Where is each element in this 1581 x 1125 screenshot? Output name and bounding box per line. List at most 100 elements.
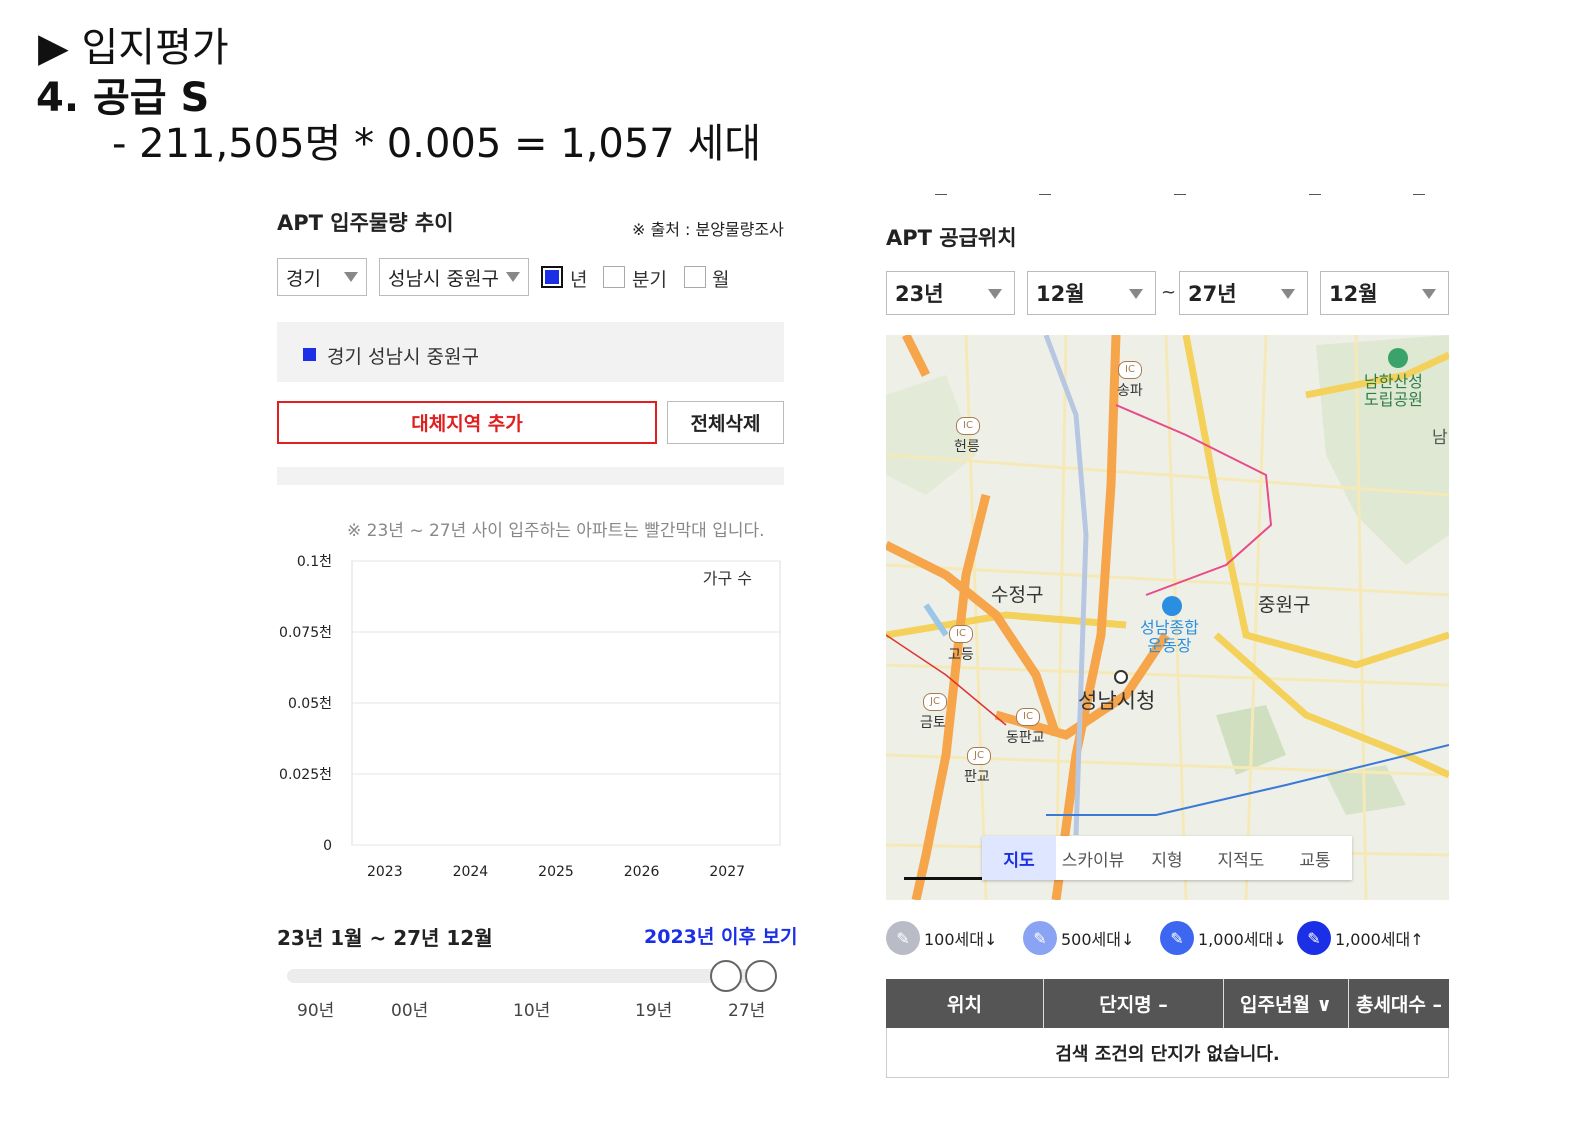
map-label-songpa: 송파 bbox=[1117, 383, 1143, 399]
x-tick-label: 2027 bbox=[709, 864, 745, 880]
map-label-dongpangyo: 동판교 bbox=[1006, 730, 1045, 746]
x-tick-label: 2026 bbox=[624, 864, 660, 880]
legend-label: 100세대↓ bbox=[924, 930, 998, 949]
col-total-households[interactable]: 총세대수 – bbox=[1349, 979, 1449, 1028]
province-select-value: 경기 bbox=[286, 267, 321, 290]
marker-pin-icon: ✎ bbox=[1297, 921, 1331, 955]
y-tick-label: 0 bbox=[323, 838, 332, 854]
add-region-button[interactable]: 대체지역 추가 bbox=[277, 401, 657, 444]
checkbox-year[interactable] bbox=[541, 266, 563, 288]
slider-handle-end[interactable] bbox=[745, 960, 777, 992]
slider-label: 27년 bbox=[728, 1001, 766, 1021]
map-label-jungwon: 중원구 bbox=[1258, 594, 1311, 616]
jc-badge: JC bbox=[967, 747, 991, 765]
panel-title: APT 공급위치 bbox=[886, 226, 1017, 250]
panel-title: APT 입주물량 추이 bbox=[277, 211, 454, 235]
x-tick-label: 2024 bbox=[453, 864, 489, 880]
to-month-select[interactable]: 12월 bbox=[1320, 271, 1449, 315]
map-scale-bar bbox=[904, 877, 984, 880]
ic-badge: IC bbox=[949, 625, 973, 643]
location-map[interactable]: 수정구 중원구 성남시청 성남종합 운동장 남한산성 도립공원 남 IC 송파 … bbox=[886, 335, 1449, 900]
col-move-in-date[interactable]: 입주년월 ∨ bbox=[1224, 979, 1349, 1028]
to-month-value: 12월 bbox=[1329, 282, 1378, 306]
marker-pin-icon: ✎ bbox=[1023, 921, 1057, 955]
section-header: ▶ 입지평가 bbox=[38, 25, 229, 71]
map-label-godeung: 고등 bbox=[948, 647, 974, 663]
ic-badge: IC bbox=[1118, 361, 1142, 379]
tab-cadastral[interactable]: 지적도 bbox=[1204, 836, 1278, 880]
map-label-namhansanseong: 남한산성 도립공원 bbox=[1364, 372, 1423, 409]
divider bbox=[1413, 194, 1425, 195]
legend-label: 1,000세대↑ bbox=[1335, 930, 1424, 949]
park-icon bbox=[1388, 348, 1408, 368]
col-location[interactable]: 위치 bbox=[886, 979, 1044, 1028]
district-select-value: 성남시 중원구 bbox=[388, 267, 499, 290]
col-complex-name[interactable]: 단지명 – bbox=[1044, 979, 1224, 1028]
legend-label: 1,000세대↓ bbox=[1198, 930, 1287, 949]
to-year-value: 27년 bbox=[1188, 282, 1237, 306]
map-type-tabs: 지도 스카이뷰 지형 지적도 교통 bbox=[982, 836, 1352, 880]
map-label-stadium: 성남종합 운동장 bbox=[1140, 618, 1199, 655]
x-tick-label: 2023 bbox=[367, 864, 403, 880]
checkbox-year-label: 년 bbox=[570, 269, 588, 291]
tab-terrain[interactable]: 지형 bbox=[1130, 836, 1204, 880]
y-tick-label: 0.075천 bbox=[279, 625, 332, 641]
chevron-down-icon bbox=[1281, 289, 1295, 299]
cityhall-marker-icon bbox=[1114, 670, 1128, 684]
map-label-sujeong: 수정구 bbox=[991, 584, 1044, 606]
divider-bar bbox=[277, 467, 784, 485]
tab-skyview[interactable]: 스카이뷰 bbox=[1056, 836, 1130, 880]
map-label-cityhall: 성남시청 bbox=[1078, 689, 1156, 713]
from-year-select[interactable]: 23년 bbox=[886, 271, 1015, 315]
from-year-value: 23년 bbox=[895, 282, 944, 306]
map-label-nam: 남 bbox=[1432, 428, 1448, 448]
tab-traffic[interactable]: 교통 bbox=[1278, 836, 1352, 880]
year-slider-track[interactable] bbox=[287, 969, 777, 983]
checkbox-month-label: 월 bbox=[712, 269, 730, 291]
source-note: ※ 출처 : 분양물량조사 bbox=[632, 220, 784, 239]
stadium-icon bbox=[1162, 596, 1182, 616]
chevron-down-icon bbox=[988, 289, 1002, 299]
to-year-select[interactable]: 27년 bbox=[1179, 271, 1308, 315]
slider-handle-start[interactable] bbox=[710, 960, 742, 992]
slider-label: 10년 bbox=[513, 1001, 551, 1021]
marker-pin-icon: ✎ bbox=[1160, 921, 1194, 955]
delete-all-button[interactable]: 전체삭제 bbox=[667, 401, 784, 444]
after-2023-link[interactable]: 2023년 이후 보기 bbox=[644, 922, 798, 949]
map-label-heolleung: 헌릉 bbox=[954, 439, 980, 455]
district-select[interactable]: 성남시 중원구 bbox=[379, 258, 529, 296]
legend-item: ✎ 1,000세대↑ bbox=[1297, 921, 1424, 955]
jc-badge: JC bbox=[923, 693, 947, 711]
province-select[interactable]: 경기 bbox=[277, 258, 367, 296]
range-separator: ~ bbox=[1161, 282, 1177, 303]
y-tick-label: 0.1천 bbox=[297, 554, 332, 570]
table-empty-message: 검색 조건의 단지가 없습니다. bbox=[886, 1028, 1449, 1078]
divider bbox=[935, 194, 947, 195]
checkbox-month[interactable] bbox=[684, 266, 706, 288]
slider-label: 00년 bbox=[391, 1001, 429, 1021]
legend-item: ✎ 500세대↓ bbox=[1023, 921, 1134, 955]
section-subtitle: 4. 공급 S bbox=[36, 75, 210, 121]
chevron-down-icon bbox=[1129, 289, 1143, 299]
tab-map[interactable]: 지도 bbox=[982, 836, 1056, 880]
region-item[interactable]: 경기 성남시 중원구 bbox=[327, 342, 479, 369]
divider bbox=[1174, 194, 1186, 195]
period-label: 23년 1월 ~ 27년 12월 bbox=[277, 926, 493, 950]
slider-label: 19년 bbox=[635, 1001, 673, 1021]
slider-label: 90년 bbox=[297, 1001, 335, 1021]
chevron-down-icon bbox=[506, 272, 520, 282]
complex-table-header: 위치 단지명 – 입주년월 ∨ 총세대수 – bbox=[886, 979, 1449, 1028]
checkbox-quarter[interactable] bbox=[603, 266, 625, 288]
divider bbox=[1039, 194, 1051, 195]
region-list: 경기 성남시 중원구 bbox=[277, 322, 784, 382]
supply-chart: 0.1천 0.075천 0.05천 0.025천 0 2023 2024 2025 2026 20… bbox=[279, 554, 781, 880]
divider bbox=[1309, 194, 1321, 195]
legend-label: 500세대↓ bbox=[1061, 930, 1135, 949]
y-tick-label: 0.05천 bbox=[288, 696, 332, 712]
from-month-select[interactable]: 12월 bbox=[1027, 271, 1156, 315]
chevron-down-icon bbox=[1422, 289, 1436, 299]
y-tick-label: 0.025천 bbox=[279, 767, 332, 783]
chart-note: ※ 23년 ~ 27년 사이 입주하는 아파트는 빨간막대 입니다. bbox=[347, 521, 765, 541]
chevron-down-icon bbox=[344, 272, 358, 282]
map-label-geumto: 금토 bbox=[920, 715, 946, 731]
